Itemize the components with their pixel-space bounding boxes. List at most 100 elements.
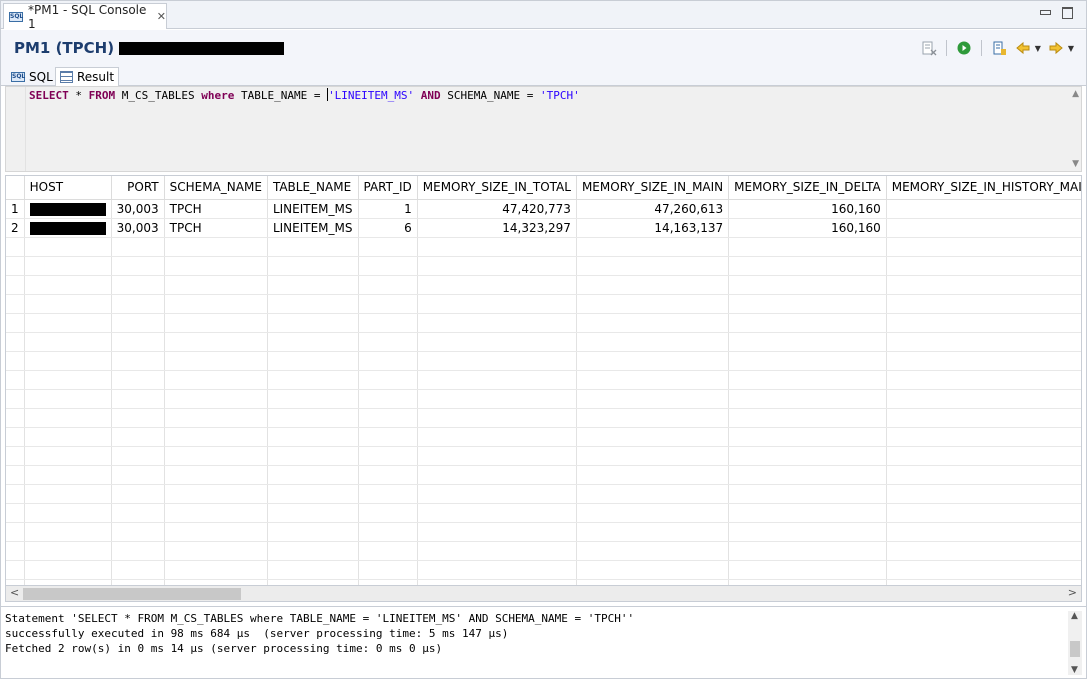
empty-cell bbox=[358, 332, 418, 352]
empty-cell bbox=[111, 446, 165, 466]
sql-string2: 'TPCH' bbox=[540, 89, 580, 102]
empty-cell bbox=[358, 351, 418, 371]
tab-sql[interactable]: SQL SQL bbox=[7, 67, 57, 86]
empty-cell bbox=[164, 408, 268, 428]
empty-cell bbox=[728, 522, 887, 542]
close-tab-icon[interactable]: ✕ bbox=[157, 10, 166, 23]
cell-part-id: 6 bbox=[358, 218, 418, 238]
cell-rownum: 2 bbox=[6, 218, 25, 238]
empty-cell bbox=[576, 503, 730, 523]
empty-cell bbox=[267, 332, 359, 352]
editor-scrollbar[interactable]: ▲ ▼ bbox=[1069, 89, 1079, 169]
scroll-down-icon[interactable]: ▼ bbox=[1071, 665, 1078, 675]
empty-cell bbox=[164, 256, 268, 276]
empty-row bbox=[6, 256, 1081, 276]
scrollbar-thumb[interactable] bbox=[23, 588, 241, 600]
editor-gutter bbox=[6, 87, 26, 171]
grid-horizontal-scrollbar[interactable]: < > bbox=[5, 585, 1082, 602]
cell-memory-history-main: 0 bbox=[886, 199, 1081, 219]
empty-cell bbox=[111, 465, 165, 485]
back-arrow-icon[interactable] bbox=[1014, 39, 1032, 57]
explain-plan-icon[interactable] bbox=[990, 39, 1008, 57]
execute-run-icon[interactable] bbox=[955, 39, 973, 57]
console-line-3: Fetched 2 row(s) in 0 ms 14 µs (server p… bbox=[5, 642, 443, 655]
empty-cell bbox=[164, 332, 268, 352]
table-row[interactable]: 1 30,003 TPCH LINEITEM_MS 1 47,420,773 4… bbox=[6, 199, 1081, 219]
execution-log-console: Statement 'SELECT * FROM M_CS_TABLES whe… bbox=[1, 606, 1086, 678]
column-header-memory-size-in-delta[interactable]: MEMORY_SIZE_IN_DELTA bbox=[728, 176, 887, 200]
sql-query-line[interactable]: SELECT * FROM M_CS_TABLES where TABLE_NA… bbox=[29, 88, 580, 102]
forward-dropdown-icon[interactable]: ▼ bbox=[1068, 44, 1074, 53]
empty-row bbox=[6, 522, 1081, 542]
empty-cell bbox=[886, 275, 1081, 295]
empty-cell bbox=[417, 503, 577, 523]
column-header-host[interactable]: HOST bbox=[24, 176, 112, 200]
cell-part-id: 1 bbox=[358, 199, 418, 219]
empty-cell bbox=[728, 237, 887, 257]
empty-cell bbox=[111, 294, 165, 314]
empty-row bbox=[6, 313, 1081, 333]
empty-cell bbox=[358, 294, 418, 314]
empty-cell bbox=[417, 541, 577, 561]
empty-cell bbox=[417, 332, 577, 352]
empty-cell bbox=[358, 465, 418, 485]
toolbar-separator bbox=[980, 40, 982, 56]
empty-row bbox=[6, 351, 1081, 371]
column-header-memory-size-in-main[interactable]: MEMORY_SIZE_IN_MAIN bbox=[576, 176, 730, 200]
empty-cell bbox=[576, 427, 730, 447]
empty-cell bbox=[164, 522, 268, 542]
empty-cell bbox=[358, 446, 418, 466]
empty-cell bbox=[576, 446, 730, 466]
scroll-up-icon[interactable]: ▲ bbox=[1071, 611, 1078, 621]
scroll-up-icon[interactable]: ▲ bbox=[1072, 89, 1079, 99]
sql-string1: 'LINEITEM_MS' bbox=[328, 89, 415, 102]
editor-subtabs: SQL SQL Result bbox=[1, 66, 1086, 86]
editor-tab-sql-console[interactable]: SQL *PM1 - SQL Console 1 ✕ bbox=[3, 3, 167, 31]
empty-cell bbox=[111, 237, 165, 257]
empty-cell bbox=[728, 408, 887, 428]
empty-cell bbox=[6, 256, 25, 276]
tab-result[interactable]: Result bbox=[55, 67, 120, 86]
empty-cell bbox=[728, 446, 887, 466]
cell-memory-history-main: 0 bbox=[886, 218, 1081, 238]
empty-cell bbox=[358, 237, 418, 257]
empty-cell bbox=[728, 313, 887, 333]
window-controls bbox=[1038, 5, 1074, 19]
console-scrollbar[interactable]: ▲ ▼ bbox=[1068, 611, 1082, 675]
column-header-port[interactable]: PORT bbox=[111, 176, 165, 200]
empty-cell bbox=[6, 465, 25, 485]
format-icon[interactable] bbox=[920, 39, 938, 57]
empty-cell bbox=[886, 560, 1081, 580]
empty-cell bbox=[111, 503, 165, 523]
empty-cell bbox=[267, 408, 359, 428]
forward-arrow-icon[interactable] bbox=[1047, 39, 1065, 57]
empty-cell bbox=[886, 294, 1081, 314]
empty-cell bbox=[267, 256, 359, 276]
column-header-rownum[interactable] bbox=[6, 176, 25, 200]
column-header-schema-name[interactable]: SCHEMA_NAME bbox=[164, 176, 268, 200]
empty-cell bbox=[417, 408, 577, 428]
sql-editor[interactable]: SELECT * FROM M_CS_TABLES where TABLE_NA… bbox=[5, 86, 1082, 172]
column-header-part-id[interactable]: PART_ID bbox=[358, 176, 418, 200]
scroll-left-icon[interactable]: < bbox=[10, 586, 19, 599]
empty-cell bbox=[6, 484, 25, 504]
empty-cell bbox=[6, 294, 25, 314]
empty-cell bbox=[111, 351, 165, 371]
empty-cell bbox=[6, 237, 25, 257]
column-header-memory-size-in-total[interactable]: MEMORY_SIZE_IN_TOTAL bbox=[417, 176, 577, 200]
maximize-icon[interactable] bbox=[1060, 5, 1074, 19]
empty-cell bbox=[728, 427, 887, 447]
empty-cell bbox=[6, 389, 25, 409]
scrollbar-thumb[interactable] bbox=[1070, 641, 1080, 657]
column-header-table-name[interactable]: TABLE_NAME bbox=[267, 176, 359, 200]
scroll-down-icon[interactable]: ▼ bbox=[1072, 159, 1079, 169]
column-header-memory-size-in-history-main[interactable]: MEMORY_SIZE_IN_HISTORY_MAIN bbox=[886, 176, 1081, 200]
table-row[interactable]: 2 30,003 TPCH LINEITEM_MS 6 14,323,297 1… bbox=[6, 218, 1081, 238]
toolbar-separator bbox=[945, 40, 947, 56]
sql-star: * bbox=[68, 89, 89, 102]
back-dropdown-icon[interactable]: ▼ bbox=[1035, 44, 1041, 53]
scroll-right-icon[interactable]: > bbox=[1068, 586, 1077, 599]
cell-memory-main: 47,260,613 bbox=[576, 199, 730, 219]
empty-cell bbox=[164, 294, 268, 314]
minimize-icon[interactable] bbox=[1038, 5, 1052, 19]
